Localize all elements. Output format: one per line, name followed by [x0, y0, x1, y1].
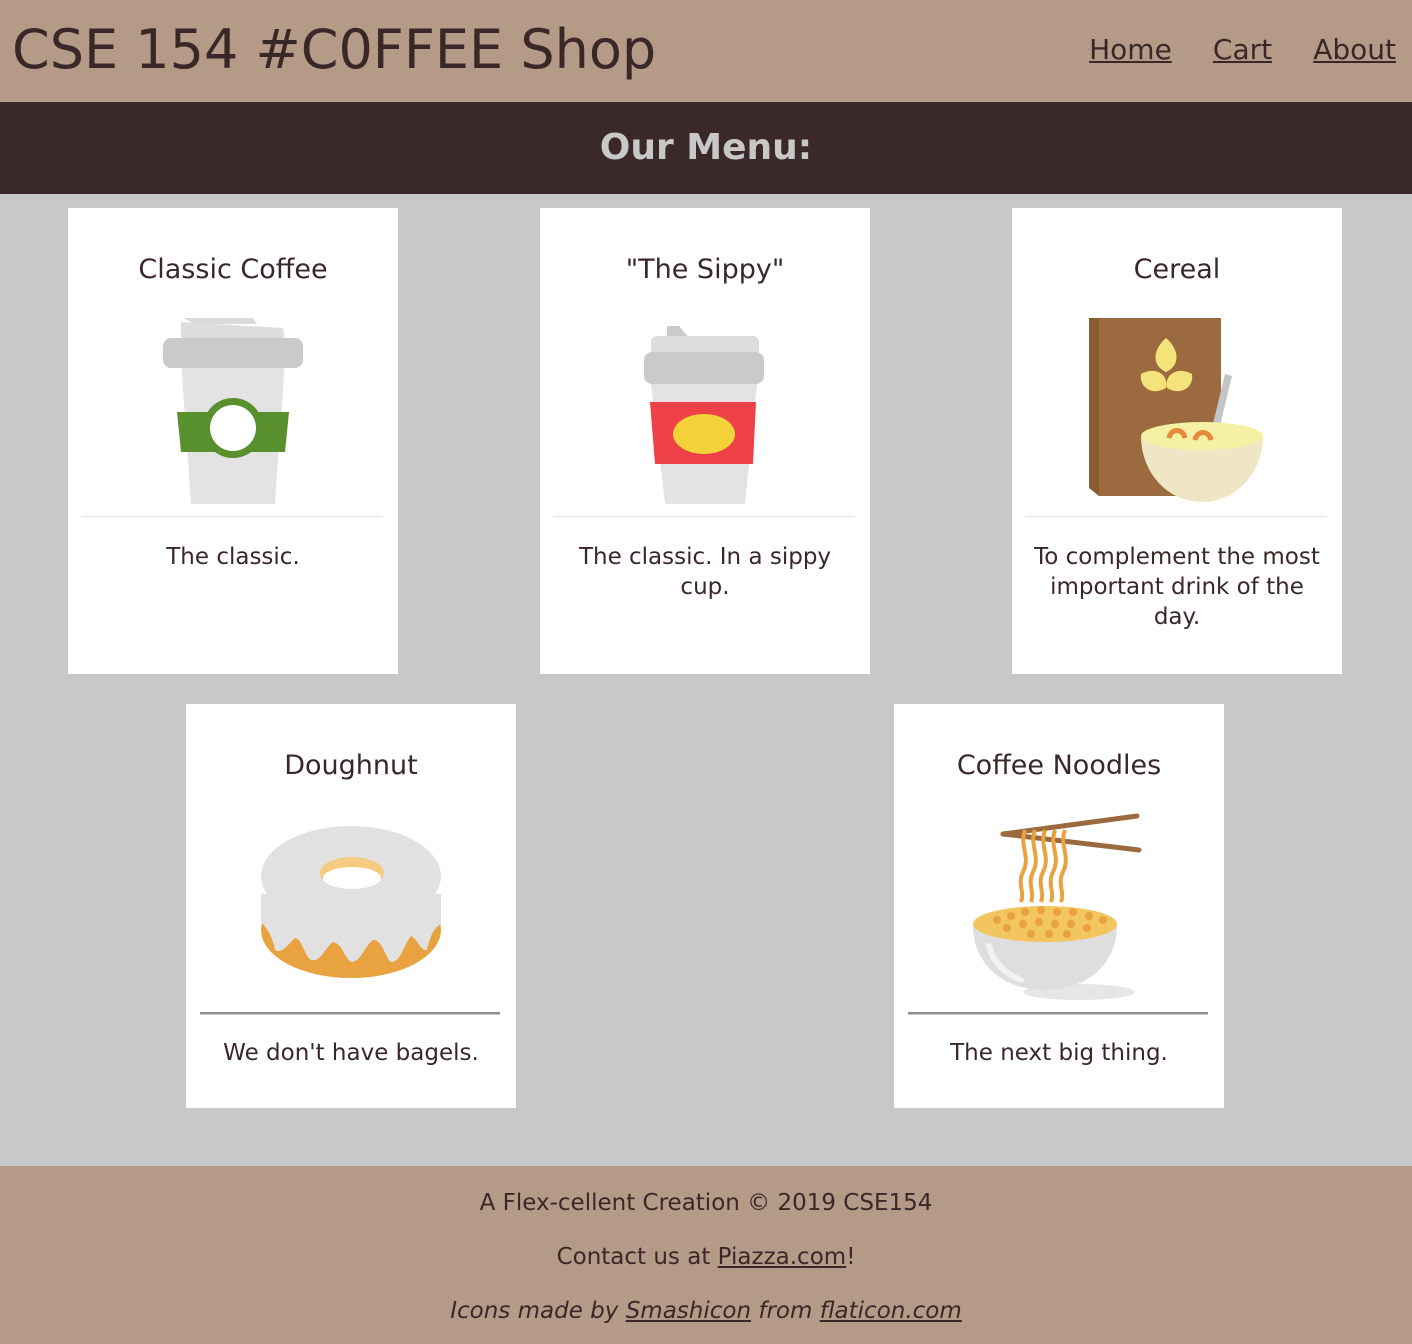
menu-banner: Our Menu:	[0, 102, 1412, 194]
coffee-cup-icon	[133, 316, 333, 506]
doughnut-icon	[251, 812, 451, 1002]
cereal-bowl-icon	[1077, 316, 1277, 506]
menu-item-title: Coffee Noodles	[956, 750, 1162, 781]
footer-contact: Contact us at Piazza.com!	[0, 1242, 1412, 1272]
sippy-cup-icon	[605, 316, 805, 506]
site-footer: A Flex-cellent Creation © 2019 CSE154 Co…	[0, 1166, 1412, 1344]
menu-item-title: Classic Coffee	[138, 254, 328, 285]
divider	[82, 516, 382, 517]
menu-item-description: To complement the most important drink o…	[1034, 544, 1320, 630]
menu-item-title: "The Sippy"	[625, 254, 785, 285]
nav-link-cart[interactable]: Cart	[1213, 30, 1272, 70]
credits-prefix: Icons made by	[450, 1298, 626, 1324]
menu-card-classic-coffee[interactable]: Classic Coffee The classic.	[68, 208, 398, 674]
menu-item-description: The classic.	[166, 544, 300, 570]
smashicon-link[interactable]: Smashicon	[626, 1298, 751, 1324]
divider	[908, 1012, 1208, 1015]
nav-link-about[interactable]: About	[1313, 30, 1396, 70]
menu-item-title: Cereal	[1133, 254, 1221, 285]
nav-link-home[interactable]: Home	[1089, 30, 1172, 70]
menu-card-the-sippy[interactable]: "The Sippy" The classic. In a sippy cup.	[540, 208, 870, 674]
divider	[200, 1012, 500, 1015]
footer-creation-text: A Flex-cellent Creation © 2019 CSE154	[479, 1190, 933, 1216]
menu-item-description: The next big thing.	[950, 1040, 1168, 1066]
menu-item-description: We don't have bagels.	[223, 1040, 479, 1066]
menu-card-cereal[interactable]: Cereal To complement the most important …	[1012, 208, 1342, 674]
site-header: CSE 154 #C0FFEE Shop Home Cart About	[0, 0, 1412, 102]
menu-heading: Our Menu:	[599, 127, 813, 168]
divider	[554, 516, 854, 517]
credits-middle: from	[751, 1298, 820, 1324]
footer-contact-prefix: Contact us at	[556, 1244, 718, 1270]
footer-credits: Icons made by Smashicon from flaticon.co…	[0, 1296, 1412, 1326]
site-title: CSE 154 #C0FFEE Shop	[12, 18, 657, 81]
footer-contact-suffix: !	[846, 1244, 856, 1270]
piazza-link[interactable]: Piazza.com	[718, 1244, 847, 1270]
menu-card-doughnut[interactable]: Doughnut We don't have bagels.	[186, 704, 516, 1108]
menu-item-title: Doughnut	[284, 750, 418, 781]
main-nav: Home Cart About	[1053, 30, 1396, 70]
flaticon-link[interactable]: flaticon.com	[820, 1298, 962, 1324]
divider	[1026, 516, 1326, 517]
noodle-bowl-icon	[959, 812, 1159, 1002]
menu-card-coffee-noodles[interactable]: Coffee Noodles The next big thing.	[894, 704, 1224, 1108]
menu-item-description: The classic. In a sippy cup.	[578, 544, 832, 600]
